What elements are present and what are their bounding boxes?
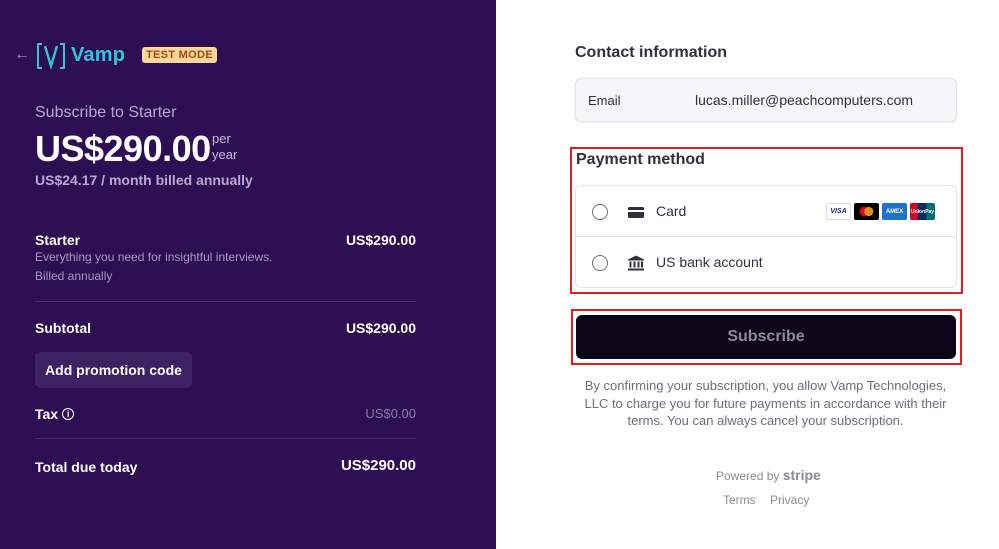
total-label: Total due today [35,459,138,475]
email-value: lucas.miller@peachcomputers.com [695,92,914,108]
bank-label: US bank account [656,254,763,270]
price-amount: US$290.00 [35,128,211,169]
contact-info-title: Contact information [575,44,727,61]
brand-name: Vamp [71,44,126,66]
card-label: Card [656,203,687,219]
tax-row-label: Tax i [35,406,75,422]
unionpay-icon: UnionPay [910,203,935,220]
tax-label: Tax [35,406,59,422]
line-item-description: Everything you need for insightful inter… [35,250,273,264]
bank-radio[interactable] [592,255,608,271]
line-item-billing: Billed annually [35,269,113,283]
total-value: US$290.00 [340,457,416,474]
terms-link[interactable]: Terms [723,493,756,507]
payment-method-title: Payment method [576,151,705,168]
visa-icon: VISA [826,203,851,220]
tax-value: US$0.00 [365,406,416,421]
privacy-link[interactable]: Privacy [770,493,809,507]
subtotal-label: Subtotal [35,320,91,336]
add-promotion-code-button[interactable]: Add promotion code [35,352,192,388]
subtotal-value: US$290.00 [345,320,416,336]
info-icon[interactable]: i [62,408,75,420]
card-radio[interactable] [592,204,608,220]
bank-icon [628,255,644,271]
test-mode-badge: TEST MODE [142,47,217,63]
order-summary-panel: ← Vamp TEST MODE Subscribe to Starter US… [0,0,496,549]
price-period: per year [212,131,237,163]
email-label: Email [588,93,621,108]
vamp-logo-icon [37,43,65,70]
payment-option-card[interactable]: Card VISA AMEX UnionPay [576,186,956,237]
subscribe-button[interactable]: Subscribe [576,315,956,359]
divider [35,438,416,439]
divider [35,301,416,302]
email-field[interactable]: Email lucas.miller@peachcomputers.com [575,78,957,122]
back-arrow-icon[interactable]: ← [14,47,30,63]
subscribe-title: Subscribe to Starter [35,104,177,121]
amex-icon: AMEX [882,203,907,220]
monthly-note: US$24.17 / month billed annually [35,172,253,188]
powered-by-label: Powered by [716,469,780,483]
price-year-label: year [212,147,238,162]
legal-text: By confirming your subscription, you all… [584,378,947,428]
mastercard-icon [854,203,879,220]
line-item-price: US$290.00 [345,232,416,248]
price-per-label: per [212,131,231,146]
payment-option-bank[interactable]: US bank account [576,237,956,288]
payment-method-options: Card VISA AMEX UnionPay US bank account [575,185,957,288]
line-item-name: Starter [35,232,81,248]
powered-by[interactable]: Powered by stripe [716,467,821,483]
stripe-logo: stripe [782,467,821,483]
credit-card-icon [628,207,644,218]
card-brand-list: VISA AMEX UnionPay [826,203,935,220]
